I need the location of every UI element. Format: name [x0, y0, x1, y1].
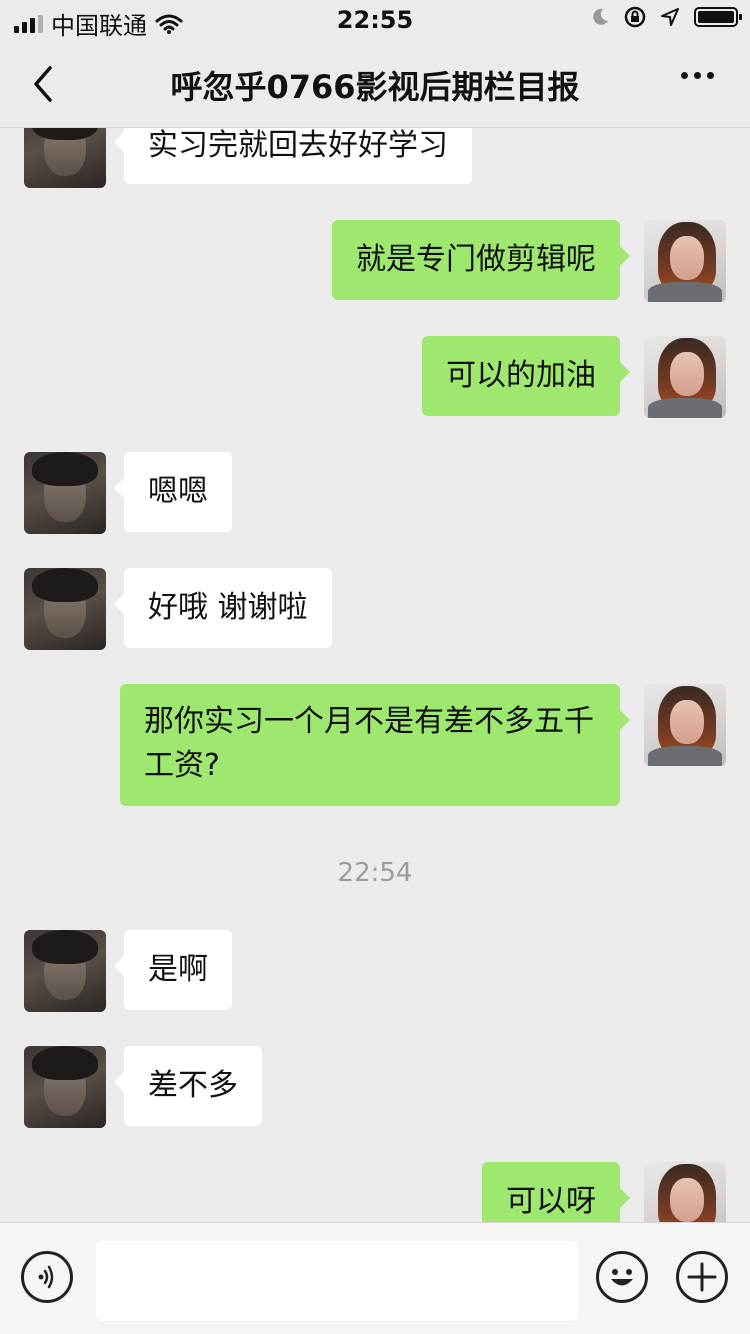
- location-icon: [661, 8, 679, 26]
- plus-icon[interactable]: [676, 1251, 728, 1303]
- chat-title: 呼忽乎0766影视后期栏目报: [170, 68, 580, 106]
- contact-avatar[interactable]: [24, 128, 106, 188]
- status-right: [590, 6, 742, 28]
- message-input[interactable]: [96, 1241, 578, 1321]
- contact-avatar[interactable]: [24, 568, 106, 650]
- incoming-message[interactable]: 是啊: [114, 930, 232, 1010]
- battery-icon: [694, 7, 742, 27]
- outgoing-message[interactable]: 可以呀: [482, 1162, 630, 1222]
- incoming-message[interactable]: 嗯嗯: [114, 452, 232, 532]
- outgoing-message[interactable]: 可以的加油: [422, 336, 630, 416]
- back-icon[interactable]: [28, 60, 68, 108]
- contact-avatar[interactable]: [24, 930, 106, 1012]
- more-options-icon[interactable]: [681, 72, 714, 79]
- voice-icon[interactable]: [21, 1251, 73, 1303]
- nav-bar: 呼忽乎0766影视后期栏目报: [0, 40, 750, 128]
- incoming-message[interactable]: 差不多: [114, 1046, 262, 1126]
- contact-avatar[interactable]: [24, 1046, 106, 1128]
- emoji-icon[interactable]: [596, 1251, 648, 1303]
- message-timestamp: 22:54: [337, 858, 413, 888]
- contact-avatar[interactable]: [24, 452, 106, 534]
- my-avatar[interactable]: [644, 336, 726, 418]
- my-avatar[interactable]: [644, 684, 726, 766]
- rotation-lock-icon: [624, 6, 646, 28]
- moon-icon: [593, 8, 608, 25]
- my-avatar[interactable]: [644, 1162, 726, 1222]
- my-avatar[interactable]: [644, 220, 726, 302]
- status-bar: 中国联通 22:55: [0, 0, 750, 40]
- incoming-message[interactable]: 好哦 谢谢啦: [114, 568, 332, 648]
- incoming-message[interactable]: 实习完就回去好好学习: [114, 128, 472, 184]
- outgoing-message[interactable]: 那你实习一个月不是有差不多五千工资?: [120, 684, 630, 806]
- outgoing-message[interactable]: 就是专门做剪辑呢: [332, 220, 630, 300]
- input-bar: [0, 1222, 750, 1334]
- chat-area[interactable]: 实习完就回去好好学习 就是专门做剪辑呢 可以的加油 嗯嗯 好哦 谢谢啦 那你实习…: [0, 128, 750, 1222]
